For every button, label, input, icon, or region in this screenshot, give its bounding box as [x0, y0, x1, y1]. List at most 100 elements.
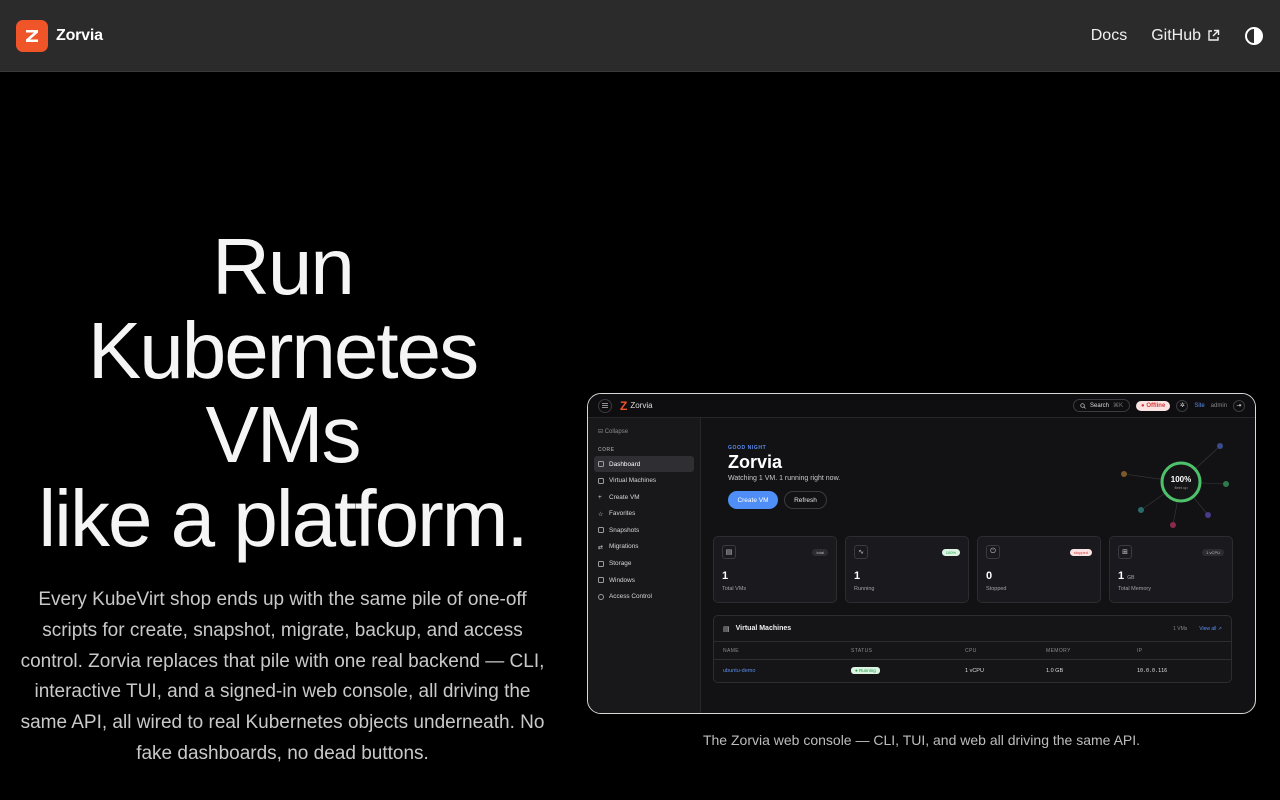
table-row: ubuntu-demo ● Running 1 vCPU 1.0 GB 10.0… — [714, 660, 1231, 682]
activity-icon: ∿ — [854, 545, 868, 559]
fleet-node — [1205, 512, 1211, 518]
disk-icon — [598, 560, 604, 567]
stat-card-unit: GB — [1127, 575, 1135, 581]
column-header: MEMORY — [1046, 647, 1071, 654]
console-vm-table-header: ▤ Virtual Machines 1 VMs View all ↗ — [714, 616, 1231, 642]
console-nav-create-vm: + Create VM — [594, 489, 694, 505]
console-search-shortcut: ⌘K — [1113, 403, 1124, 409]
column-header: NAME — [723, 647, 740, 654]
console-nav-label: Windows — [609, 576, 635, 584]
menu-icon — [598, 398, 612, 413]
docs-link[interactable]: Docs — [1091, 27, 1127, 45]
fleet-health-ring: 100% fleet up — [1121, 443, 1229, 528]
fleet-node — [1138, 507, 1144, 513]
server-icon — [598, 477, 604, 484]
console-nav-storage: Storage — [594, 556, 694, 572]
zorvia-logo-icon — [16, 19, 48, 52]
stat-card-pill: 100% — [941, 549, 960, 556]
console-greeting: GOOD NIGHT — [728, 445, 767, 451]
console-refresh-button: Refresh — [784, 491, 827, 509]
home-icon — [598, 461, 604, 467]
hero-title-line: like a platform. — [38, 474, 528, 563]
console-site-link: Site — [1194, 402, 1205, 409]
preview-caption: The Zorvia web console — CLI, TUI, and w… — [702, 732, 1141, 748]
stat-card-label: Stopped — [986, 586, 1007, 592]
console-topbar-right: Search ⌘K ● Offline ✲ Site admin ⇥ — [1072, 399, 1245, 412]
github-link-label: GitHub — [1151, 26, 1201, 44]
stat-card-label: Running — [854, 586, 875, 592]
server-icon: ▤ — [722, 545, 736, 559]
stat-card-value: 1 — [722, 570, 728, 582]
console-title: Zorvia — [728, 452, 783, 472]
shield-icon — [598, 593, 604, 600]
stat-card-value: 1 GB — [1118, 570, 1134, 582]
console-sidebar-section: CORE — [598, 447, 615, 453]
console-nav-windows: Windows — [594, 572, 694, 588]
console-logo-icon: Z — [620, 398, 628, 413]
console-sidebar-nav: Dashboard Virtual Machines + Create VM ☆ F… — [594, 456, 694, 605]
theme-toggle-button[interactable] — [1244, 26, 1264, 46]
nav-links: Docs GitHub — [1091, 26, 1264, 46]
stat-card-label: Total VMs — [722, 586, 747, 592]
hero-title: Run Kubernetes VMs like a platform. — [0, 225, 565, 561]
plus-icon: + — [598, 494, 602, 502]
fleet-node — [1121, 471, 1127, 477]
brand[interactable]: Zorvia — [16, 19, 103, 52]
fleet-node — [1223, 481, 1229, 487]
console-nav-label: Favorites — [609, 510, 636, 518]
console-main: GOOD NIGHT Zorvia Watching 1 VM. 1 runni… — [701, 418, 1255, 713]
top-nav: Zorvia Docs GitHub — [0, 0, 1280, 72]
fleet-node — [1217, 443, 1223, 449]
contrast-icon — [1245, 26, 1263, 45]
console-preview: Z Zorvia Search ⌘K ● Offline ✲ Site admi… — [587, 393, 1256, 714]
stat-card-label: Total Memory — [1118, 586, 1152, 592]
console-search-label: Search — [1089, 402, 1109, 409]
stat-card-value: 0 — [986, 570, 992, 582]
logout-icon: ⇥ — [1233, 399, 1245, 412]
camera-icon — [598, 527, 604, 534]
console-sidebar: ⊟ Collapse CORE Dashboard Virtual Machin… — [588, 418, 701, 713]
hero-title-line: VMs — [205, 390, 362, 479]
console-nav-access-control: Access Control — [594, 589, 694, 605]
github-link[interactable]: GitHub — [1151, 27, 1220, 45]
console-nav-label: Create VM — [609, 493, 640, 501]
stat-card-number: 1 — [854, 570, 861, 582]
console-nav-label: Snapshots — [609, 526, 640, 534]
console-nav-virtual-machines: Virtual Machines — [594, 473, 694, 489]
stat-card-running: ∿ 100% 1 Running — [845, 536, 969, 603]
console-nav-label: Virtual Machines — [609, 477, 657, 485]
stat-card-stopped: ⏻ stopped 0 Stopped — [977, 536, 1101, 603]
console-topbar: Z Zorvia Search ⌘K ● Offline ✲ Site admi… — [588, 394, 1255, 418]
console-subtitle: Watching 1 VM. 1 running right now. — [728, 475, 841, 482]
offline-badge: ● Offline — [1136, 400, 1171, 411]
hero: Run Kubernetes VMs like a platform. Ever… — [0, 225, 565, 770]
fleet-ring-value: 100% — [1171, 475, 1191, 484]
console-vm-table-title: Virtual Machines — [735, 625, 792, 632]
star-icon: ☆ — [598, 511, 604, 518]
console-create-vm-button: Create VM — [728, 491, 778, 509]
stat-card-pill: stopped — [1069, 549, 1092, 556]
console-nav-dashboard: Dashboard — [594, 456, 694, 472]
console-vm-table: ▤ Virtual Machines 1 VMs View all ↗ NAME… — [713, 615, 1232, 683]
console-collapse-label: Collapse — [604, 429, 629, 435]
vm-cpu: 1 vCPU — [965, 668, 984, 674]
window-icon — [598, 577, 604, 584]
hero-title-line: Kubernetes — [87, 306, 479, 395]
console-nav-label: Dashboard — [609, 460, 641, 468]
console-user: admin — [1210, 402, 1227, 409]
vm-status: ● Running — [851, 667, 965, 674]
console-collapse: ⊟ Collapse — [598, 429, 629, 435]
console-vm-count: 1 VMs — [1173, 625, 1188, 632]
external-link-icon — [1208, 29, 1220, 41]
chip-icon: ⊞ — [1118, 545, 1132, 559]
arrows-icon: ⇄ — [598, 544, 604, 551]
console-nav-favorites: ☆ Favorites — [594, 506, 694, 522]
console-brand: Zorvia — [630, 401, 653, 410]
stat-card-total: ▤ total 1 Total VMs — [713, 536, 837, 603]
vm-ip: 10.0.0.116 — [1137, 668, 1168, 674]
stat-card-number: 1 — [722, 570, 729, 582]
stat-card-memory: ⊞ 1 vCPU 1 GB Total Memory — [1109, 536, 1233, 603]
brand-name: Zorvia — [56, 26, 103, 44]
console-nav-label: Storage — [609, 560, 632, 568]
fleet-node — [1170, 522, 1176, 528]
